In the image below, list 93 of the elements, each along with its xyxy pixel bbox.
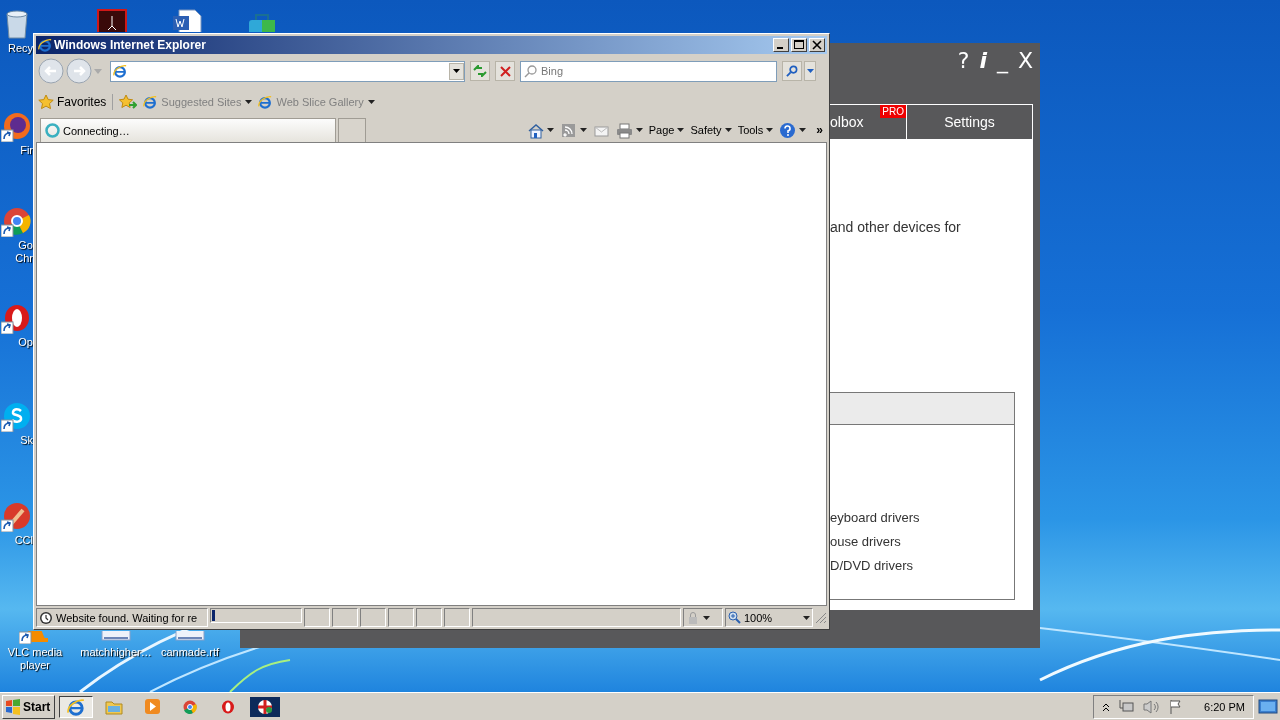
status-pane [444,608,470,627]
title-bar-button[interactable]: _ [996,49,1008,73]
caret-icon[interactable] [803,615,810,620]
pro-badge: PRO [880,105,906,118]
status-text: Website found. Waiting for re [36,608,208,627]
menu-button[interactable]: Safety [690,124,732,136]
ring-icon [220,698,237,715]
status-pane [388,608,414,627]
caret-icon[interactable] [635,128,643,132]
home-icon[interactable] [526,121,544,139]
minimize-button[interactable] [773,38,789,52]
status-pane [304,608,330,627]
search-options-button[interactable] [804,61,816,81]
browser-tab[interactable]: Connecting… [40,118,336,142]
caret-icon[interactable] [703,615,710,620]
caret-icon [453,69,460,73]
browser-logo-icon [67,697,86,716]
start-button[interactable]: Start [2,694,56,719]
brush-icon[interactable] [1,500,33,532]
search-button[interactable] [782,61,802,81]
stop-button[interactable] [495,61,515,81]
caret-icon[interactable] [579,128,587,132]
clock-text[interactable]: 6:20 PM [1204,700,1245,713]
star-icon [38,94,54,110]
caret-icon [806,69,814,73]
security-zone-button[interactable] [683,608,723,627]
search-icon [786,65,798,77]
list-item[interactable]: D/DVD drivers [830,554,1014,578]
address-dropdown-button[interactable] [449,62,464,80]
printer-icon[interactable] [615,121,633,139]
file-icon[interactable] [174,631,206,644]
show-desktop-icon[interactable] [1258,698,1278,715]
icon-label: Op [18,336,33,349]
file-icon[interactable] [100,631,132,644]
more-commands-button[interactable]: » [816,123,823,137]
app-icon [250,696,281,717]
maximize-button[interactable] [791,38,807,52]
windows-logo-icon [5,698,21,715]
browser-logo-icon [38,38,52,52]
document-icon[interactable] [171,8,203,32]
caret-icon[interactable] [799,128,807,132]
search-icon [524,64,537,78]
window-title: Windows Internet Explorer [54,38,207,52]
close-icon [499,65,511,77]
caret-icon[interactable] [724,128,732,132]
help-icon[interactable] [779,121,797,139]
list-item[interactable]: ouse drivers [830,530,1014,554]
address-field[interactable] [110,60,465,82]
chevron-icon[interactable] [1102,701,1111,712]
list-item[interactable]: eyboard drivers [830,506,1014,530]
icon-label: Recy [7,42,33,55]
clock-icon [39,610,53,625]
app-tab[interactable]: olbox PRO [830,105,907,139]
taskbar-app-button[interactable] [249,695,282,718]
refresh-icon [473,65,487,77]
zoom-icon [728,611,741,624]
search-field[interactable]: Bing [520,60,777,82]
folder-icon [105,698,124,715]
caret-icon[interactable] [677,128,685,132]
icon-label: canmade.rtf [160,646,220,659]
loading-icon [45,123,60,138]
browser-icon[interactable] [1,205,33,237]
close-button[interactable] [809,38,825,52]
browser-logo-icon [143,95,158,109]
icon-label: Sk [20,434,33,447]
icon-label: Fir [20,144,33,157]
lock-icon [686,610,700,625]
play-icon [143,698,161,715]
chat-icon[interactable] [1,400,33,432]
document-icon[interactable] [96,8,128,32]
status-pane [416,608,442,627]
browser-icon [182,698,199,715]
title-bar-button[interactable]: i [979,49,987,73]
caret-icon[interactable] [546,128,554,132]
icon-label: CCl [14,534,33,547]
menu-button[interactable]: Tools [737,124,774,136]
network-icon[interactable] [1118,698,1135,715]
menu-button[interactable]: Page [648,124,685,136]
browser-logo-icon [113,64,127,78]
title-bar-button[interactable]: ? [957,49,970,73]
refresh-button[interactable] [470,61,490,81]
browser-icon[interactable] [1,110,33,142]
icon-label: Go Chr [14,239,33,265]
description-text: and other devices for [830,219,962,235]
status-pane [360,608,386,627]
browser-logo-icon [258,95,273,109]
zoom-button[interactable]: 100% [725,608,813,627]
favorites-button[interactable]: Favorites [38,94,114,110]
status-pane [332,608,358,627]
caret-icon[interactable] [766,128,774,132]
title-bar-button[interactable]: X [1017,49,1033,73]
taskbar-browser-button[interactable] [59,695,94,718]
icon-label: VLC media player [6,646,64,672]
